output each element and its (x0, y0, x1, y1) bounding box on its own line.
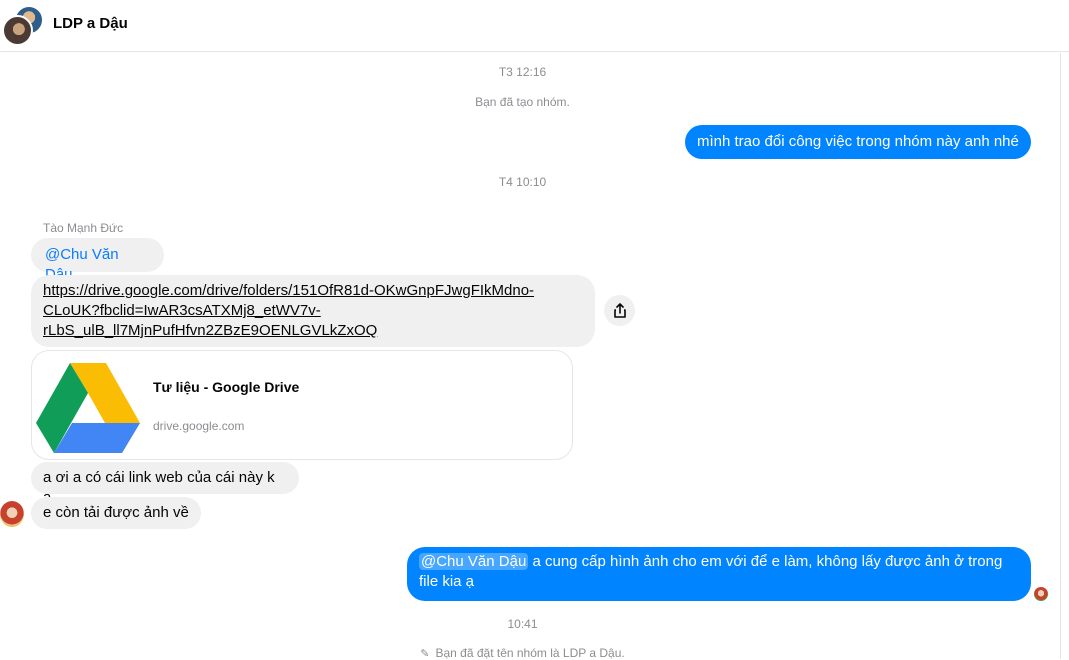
link-text-line: https://drive.google.com/drive/folders/1… (43, 282, 535, 299)
google-drive-icon (36, 363, 140, 453)
conversation-title[interactable]: LDP a Dậu (53, 15, 128, 32)
timestamp: T3 12:16 (498, 65, 547, 79)
sender-avatar[interactable] (0, 501, 24, 527)
system-message: ✎ Bạn đã đặt tên nhóm là LDP a Dậu. (0, 646, 1045, 660)
link-preview-card[interactable]: Tư liệu - Google Drive drive.google.com (31, 350, 573, 460)
card-domain: drive.google.com (153, 419, 245, 433)
link-text-line: rLbS_ulB_ll7MjnPufHfvn2ZBzE9OENLGVLkZxOQ (43, 322, 378, 339)
scrollbar-track[interactable] (1060, 53, 1061, 659)
message-text: a cung cấp hình ảnh cho em với để e làm,… (528, 553, 1003, 570)
message-bubble-outgoing[interactable]: mình trao đổi công việc trong nhóm này a… (685, 125, 1031, 159)
share-button[interactable] (604, 295, 635, 326)
message-bubble-incoming: https://drive.google.com/drive/folders/1… (31, 275, 595, 347)
member-avatar (2, 15, 33, 46)
message-bubble-incoming[interactable]: a ơi a có cái link web của cái này k ạ (31, 462, 299, 506)
group-avatar[interactable] (2, 4, 44, 46)
system-message: Bạn đã tạo nhóm. (475, 95, 570, 109)
mention[interactable]: @Chu Văn Dậu (419, 553, 529, 570)
share-icon (613, 302, 626, 318)
link-text-line: CLoUK?fbclid=IwAR3csATXMj8_etWV7v- (43, 302, 321, 319)
message-bubble-incoming[interactable]: @Chu Văn Dậu (31, 238, 164, 283)
pencil-icon: ✎ (420, 648, 430, 660)
card-title: Tư liệu - Google Drive (153, 379, 300, 395)
message-bubble-outgoing[interactable]: @Chu Văn Dậu a cung cấp hình ảnh cho em … (407, 547, 1031, 601)
shared-link[interactable]: https://drive.google.com/drive/folders/1… (43, 282, 534, 339)
timestamp: T4 10:10 (498, 175, 547, 189)
chat-header: LDP a Dậu (0, 0, 1069, 52)
message-text: file kia ạ (419, 573, 475, 590)
seen-avatar (1034, 587, 1048, 601)
system-message-text: Bạn đã đặt tên nhóm là LDP a Dậu. (435, 646, 625, 660)
timestamp: 10:41 (507, 617, 538, 631)
message-bubble-incoming[interactable]: e còn tải được ảnh về (31, 497, 201, 529)
sender-name: Tào Mạnh Đức (43, 221, 124, 235)
